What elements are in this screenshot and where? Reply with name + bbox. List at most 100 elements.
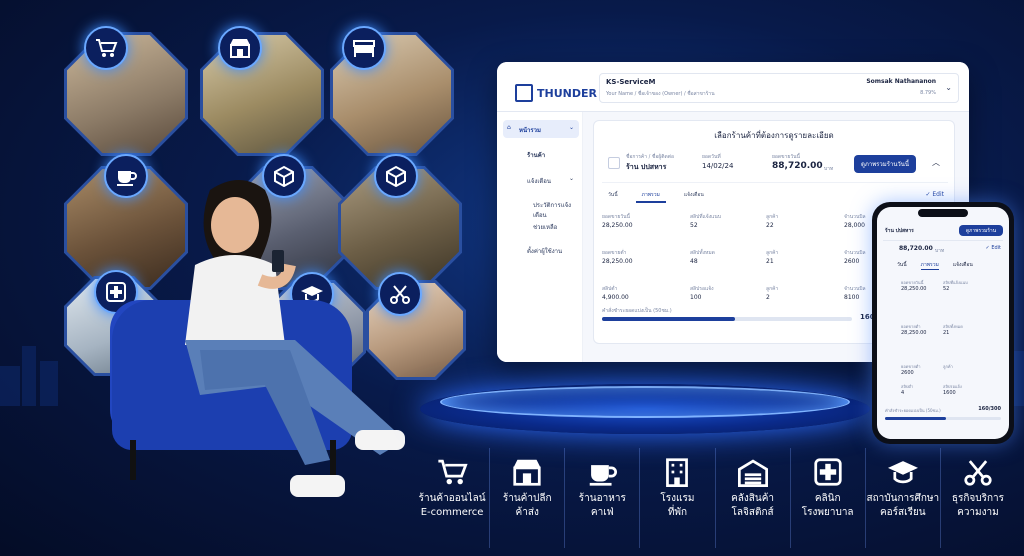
tab-overview[interactable]: ภาพรวม <box>635 189 666 203</box>
pedestal-ring <box>440 386 850 418</box>
stat-value: 2 <box>766 294 770 301</box>
category-subtitle: โลจิสติกส์ <box>731 507 774 518</box>
phone-amount-unit: บาท <box>935 248 945 254</box>
phone-stat-label: สลิปรอแจ้ง <box>943 384 962 389</box>
stat-label: จำนวนบิล <box>844 286 866 292</box>
tab-today[interactable]: วันนี้ <box>602 189 624 203</box>
category-title: สถาบันการศึกษา <box>866 493 940 504</box>
sidebar-item-alerts[interactable]: แจ้งเตือน <box>527 176 551 186</box>
store-summary-button[interactable]: ดูภาพรวมร้านวันนี้ <box>854 155 916 173</box>
category-item[interactable]: ร้านค้าปลีก ค้าส่ง <box>489 448 564 548</box>
category-subtitle: ที่พัก <box>667 507 688 518</box>
phone-progress-text: 160/300 <box>978 406 1001 412</box>
progress-fill <box>602 317 735 321</box>
phone-tab-today[interactable]: วันนี้ <box>897 261 907 270</box>
phone-stat-label: ยอดขายวันนี้ <box>901 280 924 285</box>
phone-stat-value: 28,250.00 <box>901 286 927 292</box>
medical-cross-icon <box>810 456 846 488</box>
category-subtitle: คาเฟ่ <box>590 507 614 518</box>
phone-tab-alerts[interactable]: แจ้งเตือน <box>953 261 973 270</box>
category-title: คลังสินค้า <box>731 493 775 504</box>
sidebar-active-highlight <box>503 120 579 138</box>
phone-stat-value: 21 <box>943 330 950 336</box>
progress-label: คำสั่งชำระยอดแบ่งเป็น (50ชม.) <box>602 308 672 314</box>
tab-alerts[interactable]: แจ้งเตือน <box>678 189 710 203</box>
stat-value: 52 <box>690 222 698 229</box>
phone-stat-label: สลิปต่ำ <box>901 384 914 389</box>
phone-stat-label: สลิปทั้งหมด <box>943 324 963 329</box>
category-item[interactable]: คลังสินค้าโลจิสติกส์ <box>714 448 790 548</box>
phone-stat-value: 2600 <box>901 370 914 376</box>
stat-value: 48 <box>690 258 698 265</box>
app-header: THUNDER KS-ServiceM Your Name / ชื่อเจ้า… <box>497 62 969 112</box>
stat-label: ยอดขายวันนี้ <box>602 214 630 220</box>
home-icon: ⌂ <box>507 124 511 131</box>
phone-stat-label: ยอดขายต่ำ <box>901 364 921 369</box>
stat-label: ยอดขายต่ำ <box>602 250 627 256</box>
category-item[interactable]: ร้านอาหารคาเฟ่ <box>564 448 639 548</box>
stat-value: 100 <box>690 294 702 301</box>
category-item[interactable]: โรงแรม ที่พัก <box>639 448 714 548</box>
category-item[interactable]: ธุรกิจบริการ ความงาม <box>939 448 1015 548</box>
sidebar-item-user-settings[interactable]: ตั้งค่าผู้ใช้งาน <box>527 246 562 256</box>
chevron-up-icon[interactable]: ︿ <box>932 157 940 168</box>
service-selector[interactable]: KS-ServiceM Your Name / ชื่อเจ้าของ (Own… <box>599 73 959 103</box>
phone-stat-value: 28,250.00 <box>901 330 927 336</box>
category-item[interactable]: ร้านค้าออนไลน์ E-commerce <box>415 448 489 548</box>
amount-unit: บาท <box>824 166 834 172</box>
category-item[interactable]: สถาบันการศึกษา คอร์สเรียน <box>864 448 940 548</box>
stat-value: 21 <box>766 258 774 265</box>
category-subtitle: โรงพยาบาล <box>801 507 854 518</box>
phone-stat-label: ยอดขายต่ำ <box>901 324 921 329</box>
panel-tabs: วันนี้ ภาพรวม แจ้งเตือน <box>602 189 710 203</box>
sidebar-item-home[interactable]: หน้ารวม <box>519 125 541 135</box>
amount-value: 88,720.00 <box>772 161 823 171</box>
store-label: ชื่อการค้า / ชื่อผู้ติดต่อ <box>626 154 675 160</box>
chevron-down-icon[interactable]: ⌄ <box>569 175 574 182</box>
stat-value: 28,250.00 <box>602 258 633 265</box>
phone-summary-button[interactable]: ดูภาพรวมร้าน <box>959 225 1003 236</box>
store-name: ร้าน ปปสหาร <box>626 163 667 171</box>
phone-stat-value: 4 <box>901 390 905 396</box>
chair-leg <box>130 440 136 480</box>
hotel-icon <box>659 456 695 488</box>
phone-tab-overview[interactable]: ภาพรวม <box>920 261 939 270</box>
category-bar: ร้านค้าออนไลน์ E-commerce ร้านค้าปลีก ค้าส่… <box>415 448 1015 548</box>
chevron-down-icon[interactable]: ⌄ <box>945 83 952 92</box>
phone-tabs: วันนี้ ภาพรวม แจ้งเตือน <box>897 261 973 270</box>
graduation-cap-icon <box>885 456 921 488</box>
stat-value: 2600 <box>844 258 860 265</box>
stat-value: 8100 <box>844 294 860 301</box>
scissors-icon <box>960 456 996 488</box>
sidebar-item-alert-history[interactable]: ประวัติการแจ้งเตือน <box>533 200 582 220</box>
thunder-logo-icon <box>515 84 533 102</box>
phone-notch <box>918 209 968 217</box>
phone-store-name: ร้าน ปปสหาร <box>885 228 914 234</box>
category-item[interactable]: คลินิกโรงพยาบาล <box>789 448 865 548</box>
edit-link[interactable]: ✓ Edit <box>925 191 944 198</box>
user-name: Somsak Nathananon <box>866 78 936 85</box>
date-label: ยอดวันที่ <box>702 154 721 160</box>
stat-label: สลิปที่แจ้งแนบ <box>690 214 721 220</box>
phone-edit-label: Edit <box>991 245 1001 251</box>
progress-bar <box>602 317 852 321</box>
sidebar-item-stores[interactable]: ร้านค้า <box>527 150 545 160</box>
sidebar: ⌂ หน้ารวม ⌄ ร้านค้า แจ้งเตือน ⌄ ประวัติก… <box>497 112 583 362</box>
phone-progress-label: คำสั่งชำระยอดแบ่งเป็น (50ชม.) <box>885 408 941 413</box>
stat-label: จำนวนบิล <box>844 214 866 220</box>
brand-name: THUNDER <box>537 86 597 100</box>
stat-label: จำนวนบิล <box>844 250 866 256</box>
sidebar-item-help[interactable]: ช่วยเหลือ <box>533 222 557 232</box>
service-name: KS-ServiceM <box>606 78 656 86</box>
chevron-down-icon[interactable]: ⌄ <box>569 124 574 131</box>
category-title: ร้านค้าปลีก <box>502 493 552 504</box>
stat-value: 22 <box>766 222 774 229</box>
category-subtitle: ความงาม <box>957 507 999 518</box>
amount-label: ยอดขายวันนี้ <box>772 154 800 160</box>
stat-label: สลิปรอแจ้ง <box>690 286 714 292</box>
category-title: คลินิก <box>814 493 841 504</box>
store-icon <box>218 26 262 70</box>
phone-edit[interactable]: ✓ Edit <box>986 245 1001 251</box>
category-title: ร้านอาหาร <box>578 493 626 504</box>
bed-icon <box>342 26 386 70</box>
